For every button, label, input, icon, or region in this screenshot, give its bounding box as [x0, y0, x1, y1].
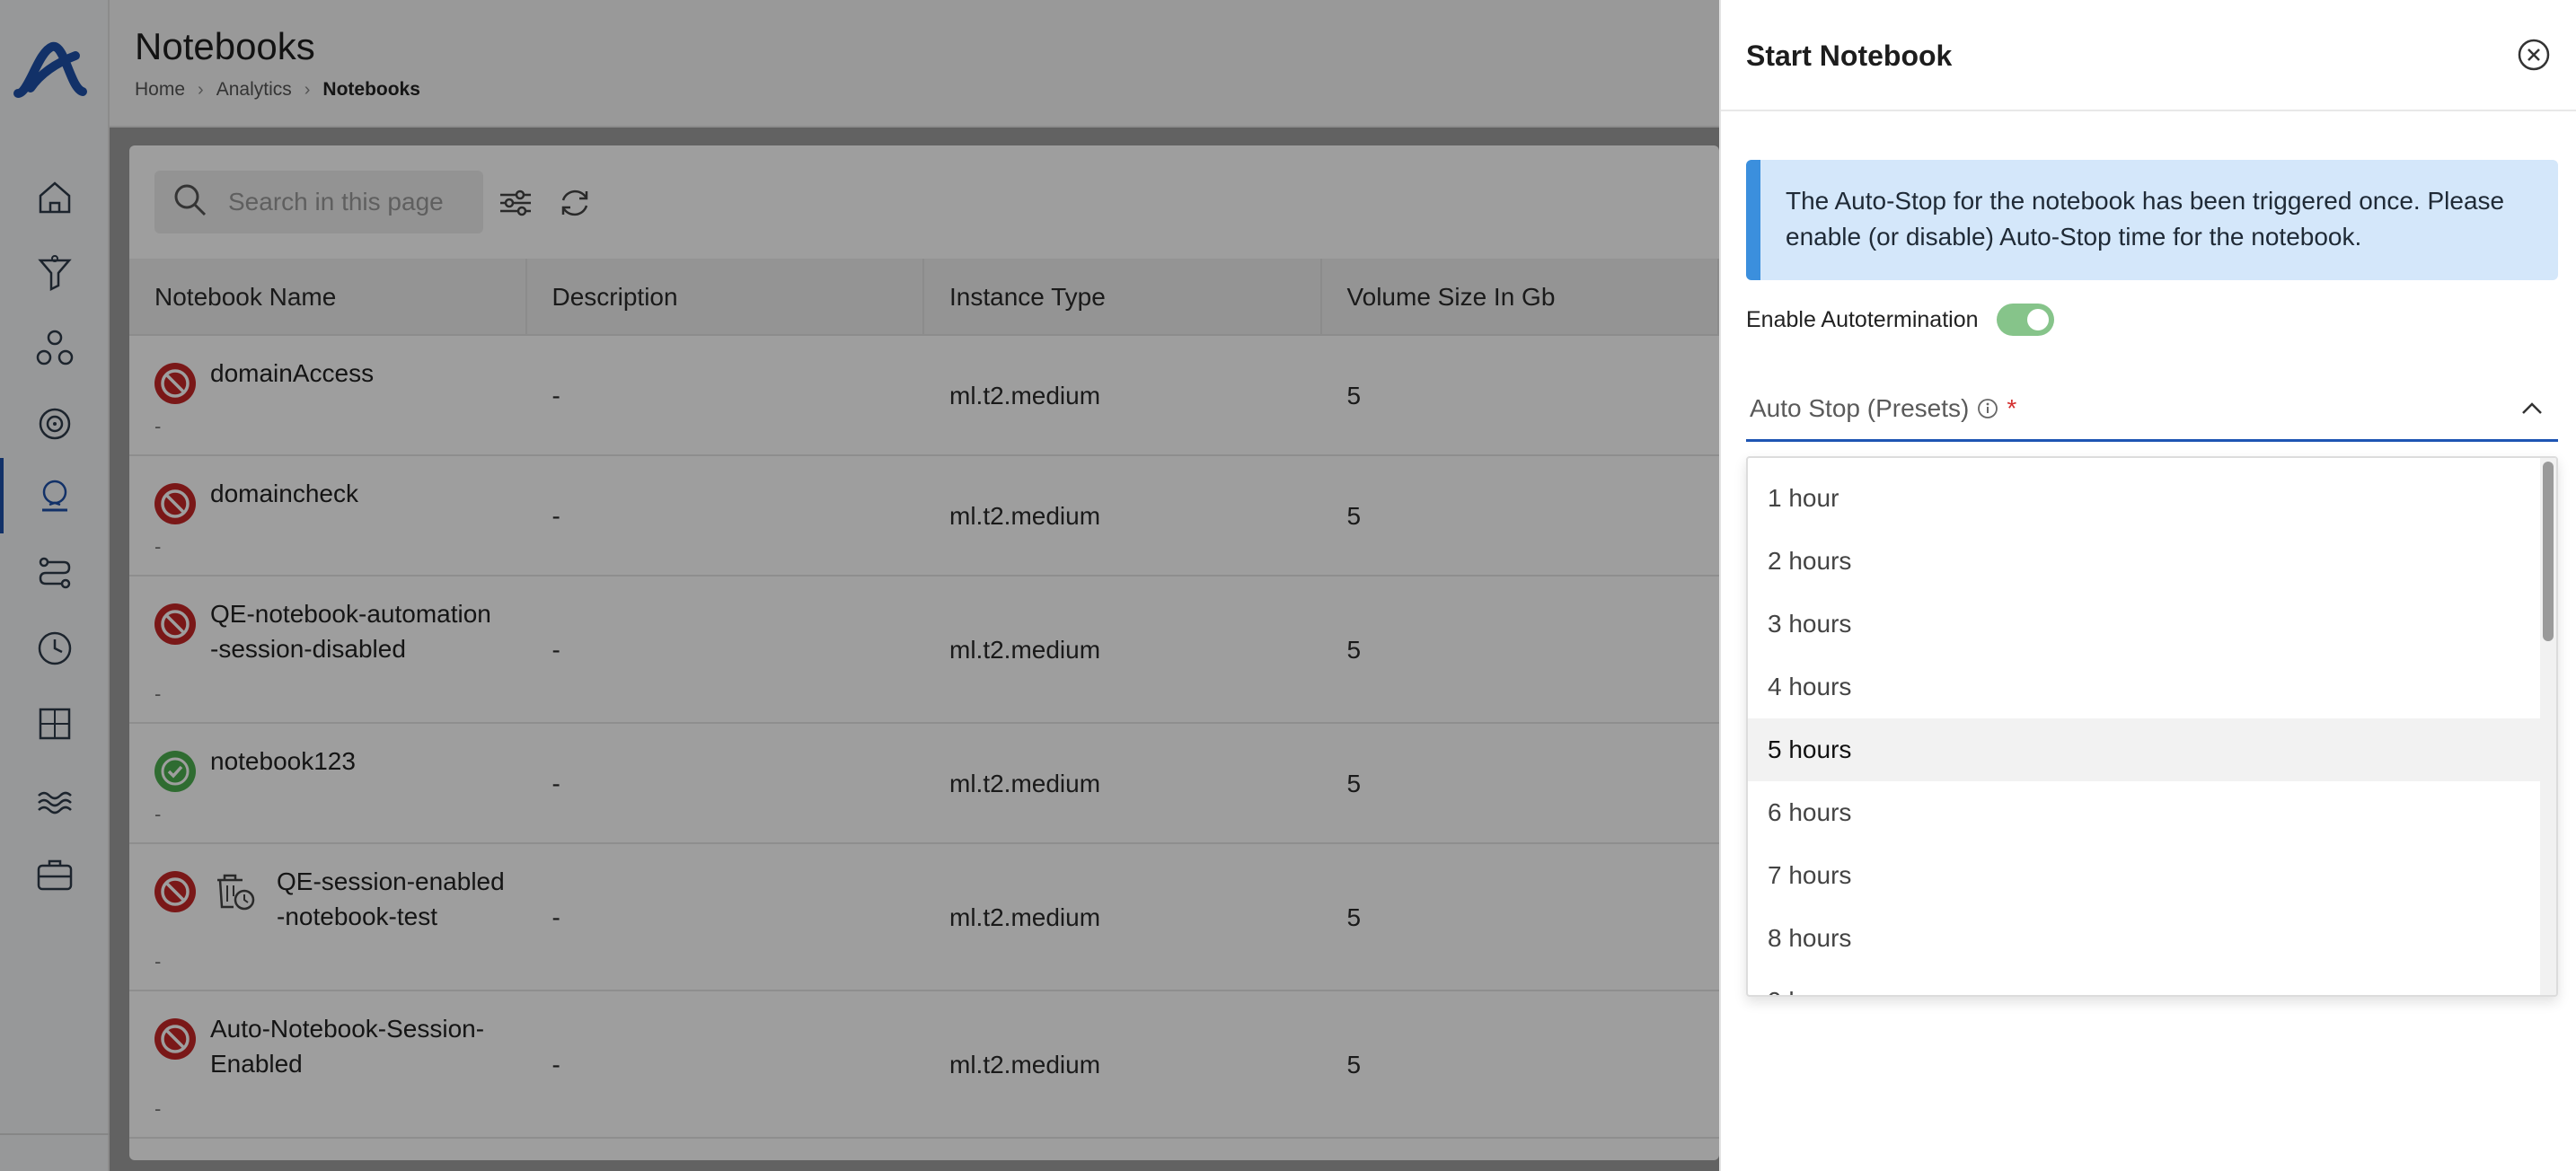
- auto-stop-select[interactable]: Auto Stop (Presets) *: [1746, 377, 2558, 442]
- auto-stop-options-list: 1 hour 2 hours 3 hours 4 hours 5 hours 6…: [1746, 456, 2558, 997]
- info-icon[interactable]: [1976, 397, 1999, 420]
- option-9-hours[interactable]: 9 hours: [1748, 970, 2542, 995]
- modal-backdrop[interactable]: [0, 0, 1719, 1171]
- panel-title: Start Notebook: [1746, 40, 1953, 72]
- option-4-hours[interactable]: 4 hours: [1748, 656, 2542, 718]
- option-8-hours[interactable]: 8 hours: [1748, 907, 2542, 970]
- toggle-knob: [2026, 309, 2049, 330]
- start-notebook-panel: Start Notebook The Auto-Stop for the not…: [1719, 0, 2576, 1171]
- autotermination-toggle[interactable]: [1996, 304, 2054, 336]
- dropdown-scrollbar[interactable]: [2540, 458, 2556, 995]
- select-label: Auto Stop (Presets): [1750, 393, 1970, 422]
- autotermination-row: Enable Autotermination: [1746, 304, 2054, 336]
- toggle-label: Enable Autotermination: [1746, 306, 1979, 332]
- option-2-hours[interactable]: 2 hours: [1748, 530, 2542, 593]
- scrollbar-thumb[interactable]: [2543, 462, 2554, 641]
- close-button[interactable]: [2517, 38, 2551, 72]
- option-7-hours[interactable]: 7 hours: [1748, 844, 2542, 907]
- panel-header: Start Notebook: [1721, 0, 2576, 111]
- close-icon: [2518, 39, 2550, 71]
- autostop-info-banner: The Auto-Stop for the notebook has been …: [1746, 160, 2558, 280]
- option-5-hours[interactable]: 5 hours: [1748, 718, 2542, 781]
- option-1-hour[interactable]: 1 hour: [1748, 467, 2542, 530]
- chevron-up-icon[interactable]: [2517, 393, 2547, 424]
- option-6-hours[interactable]: 6 hours: [1748, 781, 2542, 844]
- info-message: The Auto-Stop for the notebook has been …: [1786, 187, 2505, 251]
- required-marker: *: [2007, 393, 2017, 422]
- option-3-hours[interactable]: 3 hours: [1748, 593, 2542, 656]
